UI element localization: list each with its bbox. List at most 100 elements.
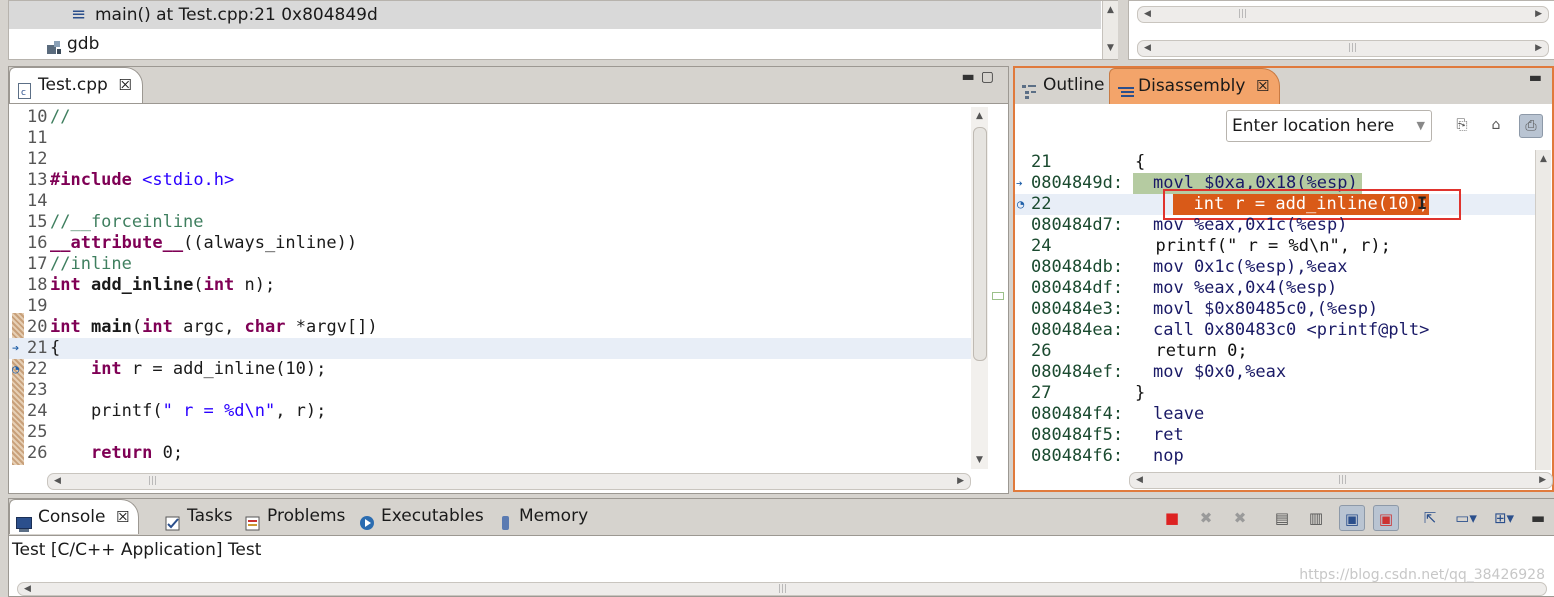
display-console-icon[interactable]: ▭▾ [1453,505,1479,531]
disassembly-row[interactable]: 080484ef: mov $0x0,%eax [1015,362,1536,383]
link-with-editor-icon[interactable]: ⎙ [1519,114,1543,138]
code-line[interactable]: 18 int add_inline(int n); [9,275,976,296]
code-line[interactable]: 22 int r = add_inline(10); [9,359,976,380]
code-line[interactable]: 11 [9,128,976,149]
remove-launch-icon[interactable]: ✖ [1193,505,1219,531]
scroll-up-icon[interactable]: ▲ [1104,3,1117,17]
disassembly-row[interactable]: 080484e3: movl $0x80485c0,(%esp) [1015,299,1536,320]
minimize-icon[interactable]: ▬ [962,69,981,85]
disassembly-row[interactable]: 080484d7: mov %eax,0x1c(%esp) [1015,215,1536,236]
scroll-left-icon[interactable]: ◀ [1136,473,1143,488]
scroll-right-icon[interactable]: ▶ [957,474,964,489]
scroll-up-icon[interactable]: ▲ [973,109,986,123]
remove-all-terminated-icon[interactable]: ✖ [1227,505,1253,531]
code-line[interactable]: 16 __attribute__((always_inline)) [9,233,976,254]
disassembly-row[interactable]: 080484f6: nop [1015,446,1536,467]
show-on-stdout-icon[interactable]: ▣ [1339,505,1365,531]
scroll-lock-icon[interactable]: ▥ [1303,505,1329,531]
tab-tasks[interactable]: Tasks [161,499,233,534]
disassembly-row[interactable]: 080484df: mov %eax,0x4(%esp) [1015,278,1536,299]
open-console-icon[interactable]: ⊞▾ [1491,505,1517,531]
disassembly-row[interactable]: 080484ea: call 0x80483c0 <printf@plt> [1015,320,1536,341]
address-label: 0804849d: [1031,173,1124,193]
line-number: 15 [27,212,48,232]
address-label: 080484db: [1031,257,1124,277]
disassembly-row[interactable]: 080484db: mov 0x1c(%esp),%eax [1015,257,1536,278]
maximize-icon[interactable]: ▢ [981,69,1000,85]
disassembly-row[interactable]: 24 printf(" r = %d\n", r); [1015,236,1536,257]
instruction-text: nop [1153,446,1184,466]
terminate-icon[interactable]: ■ [1159,505,1185,531]
scroll-left-icon[interactable]: ◀ [54,474,61,489]
location-dropdown-icon[interactable]: ▼ [1417,111,1425,141]
scroll-down-icon[interactable]: ▼ [973,453,986,467]
scroll-right-icon[interactable]: ▶ [1539,473,1546,488]
disassembly-listing[interactable]: 21{0804849d: movl $0xa,0x18(%esp) ➔ 22 int … [1015,150,1536,470]
code-line[interactable]: 15//__forceinline [9,212,976,233]
code-line[interactable]: 23 [9,380,976,401]
minimize-icon[interactable]: ▬ [1529,70,1548,86]
disassembly-vertical-scrollbar[interactable]: ▲ [1535,150,1551,470]
scroll-left-icon[interactable]: ◀ [1144,41,1151,56]
code-line[interactable]: 17//inline [9,254,976,275]
code-line[interactable]: 14 [9,191,976,212]
code-text: printf(" r = %d\n", r); [50,401,326,422]
clear-console-icon[interactable]: ▤ [1269,505,1295,531]
minimize-icon[interactable]: ▬ [1525,505,1551,531]
disassembly-horizontal-scrollbar[interactable]: ◀ ||| ▶ [1129,472,1553,489]
code-line[interactable]: 25 [9,422,976,443]
show-on-stderr-icon[interactable]: ▣ [1373,505,1399,531]
tab-outline[interactable]: Outline [1015,68,1111,103]
code-editor[interactable]: 10//11 12 13 #include <stdio.h> 14 15//__forc… [9,103,1008,473]
code-line[interactable]: 12 [9,149,976,170]
close-tab-icon[interactable]: ☒ [116,500,129,535]
scroll-left-icon[interactable]: ◀ [24,583,31,595]
code-line[interactable]: 26 return 0; [9,443,976,464]
stack-frame-item[interactable]: ≡ main() at Test.cpp:21 0x804849d [9,1,1101,29]
code-line[interactable]: 10// [9,107,976,128]
tab-disassembly[interactable]: Disassembly ☒ [1109,68,1281,104]
source-line-text: printf(" r = %d\n", r); [1135,236,1391,256]
code-line[interactable]: 21{ [9,338,976,359]
tab-console[interactable]: Console ☒ [9,499,139,534]
console-output[interactable]: Test [C/C++ Application] Test [12,539,261,561]
debug-vertical-scrollbar[interactable]: ▲ ▼ [1102,1,1118,59]
goto-address-icon[interactable]: ⎘ [1451,114,1473,136]
code-line[interactable]: 24 printf(" r = %d\n", r); [9,401,976,422]
breakpoint-icon[interactable]: ◔ [1017,194,1024,215]
disassembly-row[interactable]: 27} [1015,383,1536,404]
variables-hscroll-bottom[interactable]: ◀ ||| ▶ [1137,40,1549,57]
scroll-right-icon[interactable]: ▶ [1535,7,1542,22]
pin-console-icon[interactable]: ⇱ [1417,505,1443,531]
tab-problems[interactable]: Problems [241,499,345,534]
address-label: 080484ea: [1031,320,1124,340]
code-token: { [50,338,61,358]
line-number: 14 [27,191,48,211]
problems-icon [245,509,261,531]
console-horizontal-scrollbar[interactable]: ◀ ||| [17,582,1547,596]
variables-hscroll-top[interactable]: ◀ ||| ▶ [1137,6,1549,23]
code-line[interactable]: 13 #include <stdio.h> [9,170,976,191]
breakpoint-icon[interactable]: ◔ [12,359,19,380]
tab-memory[interactable]: Memory [493,499,588,534]
scroll-right-icon[interactable]: ▶ [1535,41,1542,56]
home-icon[interactable]: ⌂ [1485,114,1507,136]
code-token: int [50,317,81,337]
disassembly-row[interactable]: 26 return 0; [1015,341,1536,362]
disassembly-row[interactable]: 080484f4: leave [1015,404,1536,425]
code-line[interactable]: 20 int main(int argc, char *argv[]) [9,317,976,338]
editor-scroll-thumb[interactable] [973,127,987,361]
scroll-down-icon[interactable]: ▼ [1104,41,1117,55]
disassembly-row[interactable]: 21 { [1015,152,1536,173]
disassembly-row[interactable]: 080484f5: ret [1015,425,1536,446]
location-input[interactable]: Enter location here ▼ [1226,110,1432,142]
editor-vertical-scrollbar[interactable]: ▲ ▼ [971,107,988,469]
editor-horizontal-scrollbar[interactable]: ◀ ||| ▶ [47,473,971,490]
code-line[interactable]: 19 [9,296,976,317]
tab-test-cpp[interactable]: c Test.cpp ☒ [9,67,143,103]
scroll-left-icon[interactable]: ◀ [1144,7,1151,22]
scroll-up-icon[interactable]: ▲ [1537,152,1550,166]
close-tab-icon[interactable]: ☒ [1256,69,1269,104]
tab-executables[interactable]: Executables [355,499,484,534]
close-tab-icon[interactable]: ☒ [118,68,131,103]
